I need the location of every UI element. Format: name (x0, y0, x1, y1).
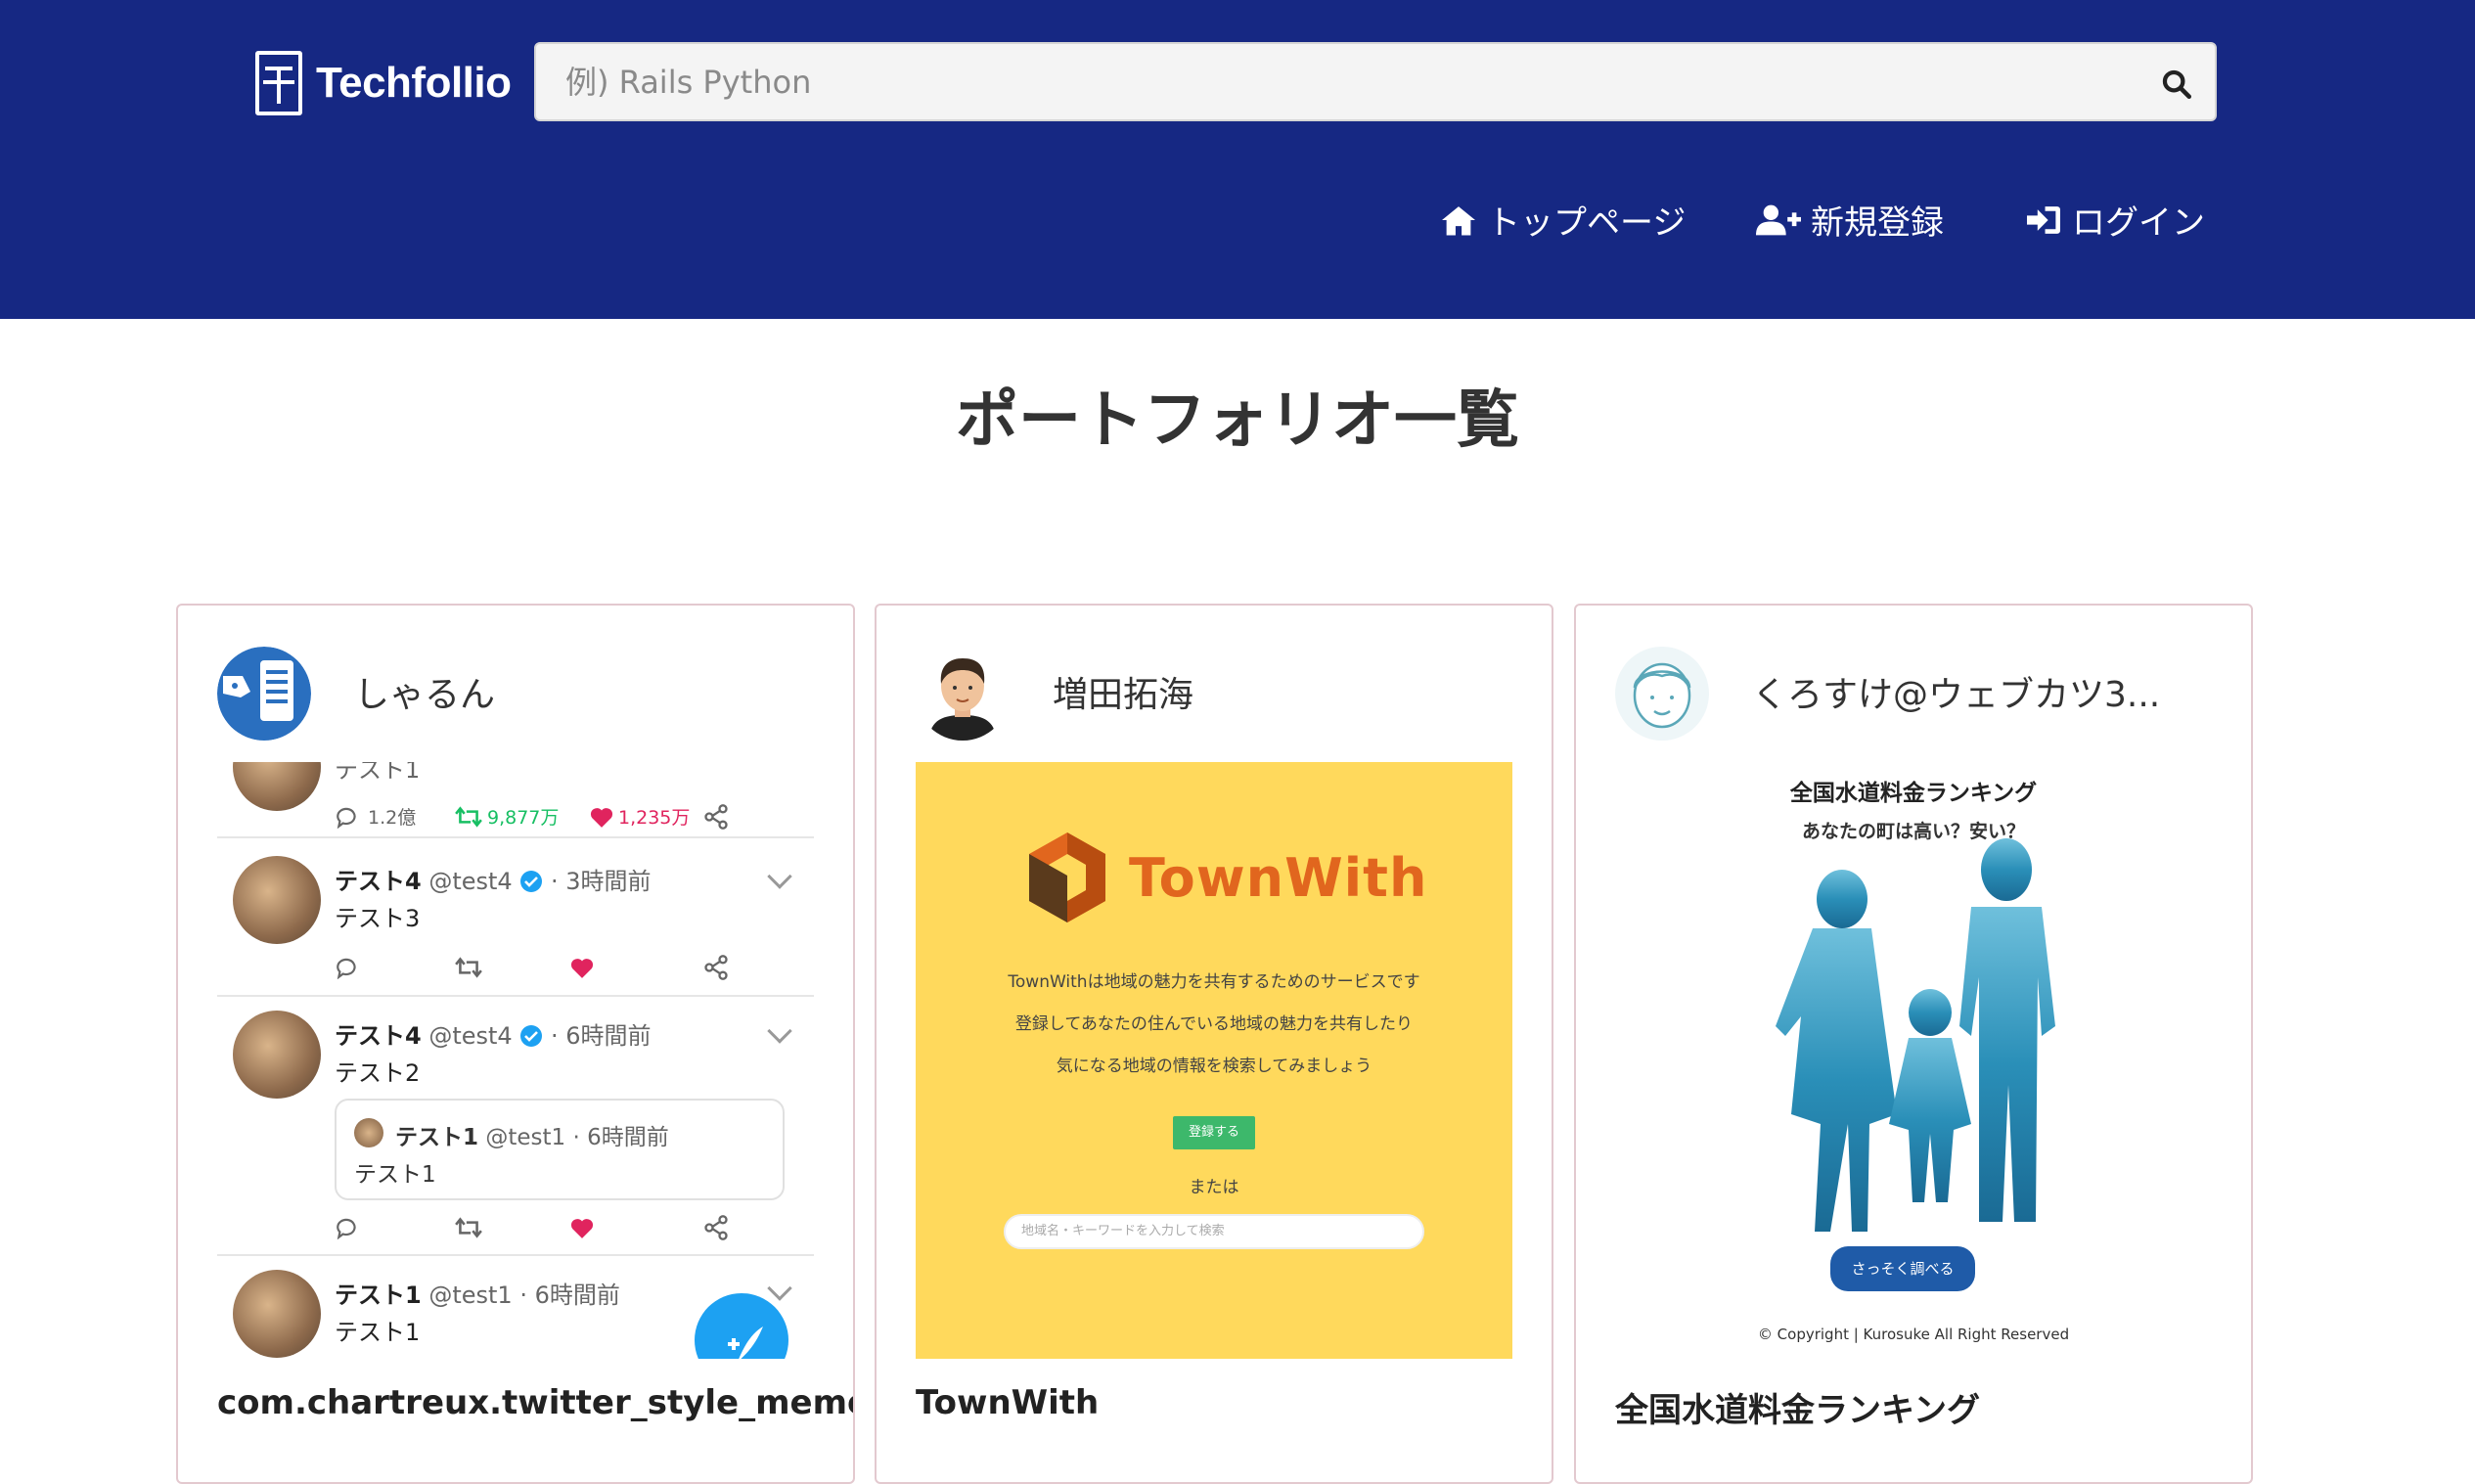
tweet-body: テスト1 (335, 762, 421, 784)
tweet-body: テスト2 (335, 1059, 421, 1087)
site-logo[interactable]: Techfollio (255, 51, 512, 115)
logo-text: Techfollio (316, 59, 512, 107)
quote-avatar (354, 1118, 383, 1147)
reply-icon[interactable] (335, 805, 360, 829)
townwith-register-button[interactable]: 登録する (1173, 1116, 1255, 1149)
retweet-icon[interactable] (454, 805, 483, 829)
user-plus-icon (1756, 204, 1801, 235)
tweet-actions (335, 1214, 728, 1243)
chevron-down-icon[interactable] (767, 1018, 792, 1044)
like-count: 1,235万 (618, 807, 691, 829)
heart-icon[interactable] (589, 805, 614, 829)
portfolio-screenshot[interactable]: テスト1 1.2億 9,877万 1,235万 テスト4 @test4 · 3時… (217, 762, 814, 1359)
list-item[interactable]: テスト4 @test4 · 6時間前 テスト2 テスト1 @test1 · 6時… (217, 997, 814, 1256)
share-icon[interactable] (702, 1214, 730, 1241)
verified-icon (520, 871, 543, 892)
retweet-count: 9,877万 (487, 807, 560, 829)
reply-count: 1.2億 (368, 807, 417, 829)
search-bar (534, 42, 2217, 121)
page-title: ポートフォリオ一覧 (956, 384, 1519, 457)
portfolio-card[interactable]: くろすけ@ウェブカツ3... 全国水道料金ランキング あなたの町は高い？安い？ … (1574, 604, 2253, 1484)
list-item: テスト1 1.2億 9,877万 1,235万 (217, 762, 814, 838)
nav-login-link[interactable]: ログイン (2025, 196, 2205, 244)
quoted-tweet[interactable]: テスト1 @test1 · 6時間前 テスト1 (335, 1099, 785, 1200)
portfolio-card[interactable]: 増田拓海 TownWith TownWithは地域の魅力を共有するためのサービス… (875, 604, 1553, 1484)
sign-in-icon (2027, 205, 2060, 234)
water-heading: 全国水道料金ランキング (1789, 781, 2038, 806)
townwith-search-field[interactable]: 地域名・キーワードを入力して検索 (1004, 1214, 1424, 1249)
townwith-brand: TownWith (1129, 846, 1428, 909)
tweet-avatar (233, 762, 321, 811)
author-name[interactable]: くろすけ@ウェブカツ3... (1752, 666, 2160, 717)
avatar[interactable] (1615, 647, 1709, 741)
hexagon-logo-icon (1029, 832, 1105, 922)
card-header: くろすけ@ウェブカツ3... (1576, 606, 2251, 762)
townwith-or-text: または (1189, 1178, 1239, 1197)
retweet-icon[interactable] (454, 1216, 483, 1239)
author-name[interactable]: 増田拓海 (1053, 666, 1193, 717)
tweet-avatar (233, 856, 321, 944)
card-header: 増田拓海 (877, 606, 1552, 762)
feather-icon (728, 1327, 763, 1359)
tweet-header: テスト4 @test4 · 6時間前 (335, 1022, 652, 1050)
compose-tweet-button[interactable] (695, 1293, 788, 1359)
avatar[interactable] (916, 647, 1010, 741)
share-icon[interactable] (702, 954, 730, 981)
portfolio-screenshot[interactable]: 全国水道料金ランキング あなたの町は高い？安い？ さっそく調べる © Copyr… (1615, 762, 2212, 1359)
nav-signup-label: 新規登録 (1811, 203, 1944, 243)
chevron-down-icon[interactable] (767, 864, 792, 889)
nav-top-page-label: トップページ (1487, 203, 1687, 243)
tweet-actions (335, 954, 728, 983)
retweet-icon[interactable] (454, 956, 483, 979)
tweet-avatar (233, 1270, 321, 1358)
townwith-line: 登録してあなたの住んでいる地域の魅力を共有したり (1014, 1014, 1414, 1034)
portfolio-title[interactable]: 全国水道料金ランキング (1615, 1383, 1980, 1431)
portfolio-title[interactable]: TownWith (916, 1383, 1099, 1422)
avatar[interactable] (217, 647, 311, 741)
search-icon[interactable] (2160, 67, 2193, 101)
heart-icon[interactable] (569, 1216, 595, 1239)
nav-top-page-link[interactable]: トップページ (1440, 196, 1686, 244)
family-silhouette-image (1776, 838, 2055, 1232)
author-name[interactable]: しゃるん (354, 666, 495, 717)
tweet-header: テスト1 @test1 · 6時間前 (335, 1282, 620, 1309)
portfolio-card[interactable]: しゃるん テスト1 1.2億 9,877万 1,235万 テスト4 @test4 (176, 604, 855, 1484)
quote-body: テスト1 (354, 1162, 436, 1188)
water-start-button[interactable]: さっそく調べる (1830, 1246, 1975, 1291)
tweet-avatar (233, 1011, 321, 1099)
portfolio-title[interactable]: com.chartreux.twitter_style_memo (217, 1383, 853, 1422)
reply-icon[interactable] (335, 1216, 360, 1239)
reply-icon[interactable] (335, 956, 360, 979)
card-header: しゃるん (178, 606, 853, 762)
townwith-line: TownWithは地域の魅力を共有するためのサービスです (1008, 972, 1420, 992)
tweet-actions: 1.2億 9,877万 1,235万 (335, 803, 728, 832)
top-header: Techfollio トップページ 新規登録 ログイン (0, 0, 2475, 319)
search-input[interactable] (536, 44, 2215, 119)
portfolio-screenshot[interactable]: TownWith TownWithは地域の魅力を共有するためのサービスです 登録… (916, 762, 1512, 1359)
heart-icon[interactable] (569, 956, 595, 979)
tweet-header: テスト4 @test4 · 3時間前 (335, 868, 652, 895)
quote-header: テスト1 @test1 · 6時間前 (395, 1125, 669, 1150)
share-icon[interactable] (702, 803, 730, 831)
verified-icon (520, 1025, 543, 1047)
tweet-body: テスト3 (335, 905, 421, 932)
list-item[interactable]: テスト4 @test4 · 3時間前 テスト3 (217, 842, 814, 997)
townwith-logo: TownWith (1023, 829, 1427, 926)
nav-signup-link[interactable]: 新規登録 (1756, 196, 1944, 244)
nav-login-label: ログイン (2072, 203, 2205, 243)
tweet-body: テスト1 (335, 1319, 421, 1346)
logo-mark-icon (255, 51, 302, 115)
townwith-line: 気になる地域の情報を検索してみましょう (1056, 1057, 1372, 1076)
water-copyright: © Copyright | Kurosuke All Right Reserve… (1757, 1326, 2070, 1343)
home-icon (1442, 205, 1475, 235)
